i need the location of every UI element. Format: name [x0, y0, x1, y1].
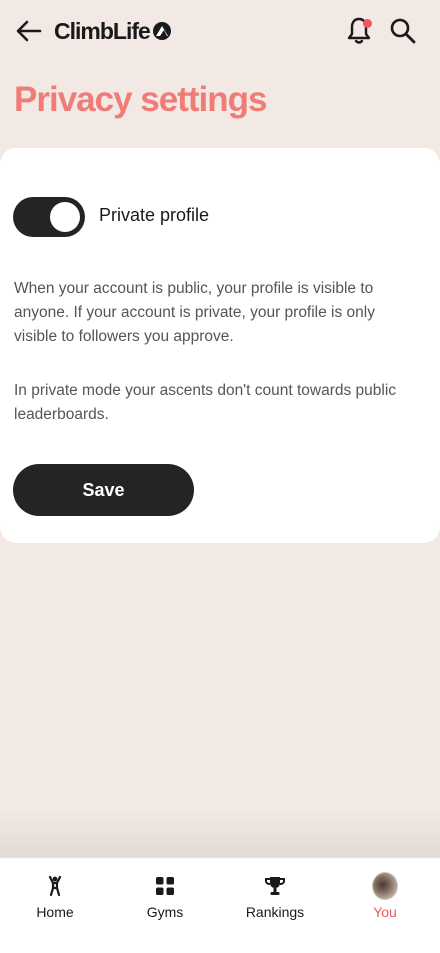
search-icon	[390, 18, 416, 44]
save-button[interactable]: Save	[13, 464, 194, 516]
nav-label-you: You	[373, 904, 397, 920]
privacy-description: When your account is public, your profil…	[14, 280, 375, 345]
app-logo[interactable]: ClimbLife	[54, 16, 172, 46]
toggle-label: Private profile	[99, 205, 210, 225]
notifications-button[interactable]	[344, 15, 374, 47]
nav-item-you[interactable]: You	[330, 858, 440, 928]
top-bar: ClimbLife	[0, 0, 440, 62]
trophy-icon	[262, 873, 288, 899]
bottom-shadow	[0, 810, 440, 858]
private-profile-toggle[interactable]	[13, 197, 85, 237]
nav-item-gyms[interactable]: Gyms	[110, 858, 220, 928]
nav-label-gyms: Gyms	[146, 904, 184, 920]
search-button[interactable]	[388, 16, 418, 46]
grid-icon	[152, 873, 178, 899]
leaderboard-note: In private mode your ascents don't count…	[14, 382, 397, 423]
bottom-nav: Home Gyms Rankings You	[0, 857, 440, 953]
nav-label-home: Home	[36, 904, 74, 920]
avatar	[372, 872, 398, 900]
toggle-knob	[50, 202, 80, 232]
climber-icon	[42, 873, 68, 899]
mountain-logo-icon	[152, 22, 171, 40]
logo-text: ClimbLife	[54, 17, 151, 44]
nav-item-home[interactable]: Home	[0, 858, 110, 928]
notification-badge	[363, 19, 372, 28]
user-avatar-image	[372, 872, 398, 900]
back-button[interactable]	[14, 16, 44, 46]
nav-item-rankings[interactable]: Rankings	[220, 858, 330, 928]
arrow-left-icon	[16, 20, 42, 42]
nav-label-rankings: Rankings	[245, 904, 305, 920]
privacy-card: Private profile When your account is pub…	[0, 148, 440, 543]
page-title: Privacy settings	[14, 80, 267, 119]
